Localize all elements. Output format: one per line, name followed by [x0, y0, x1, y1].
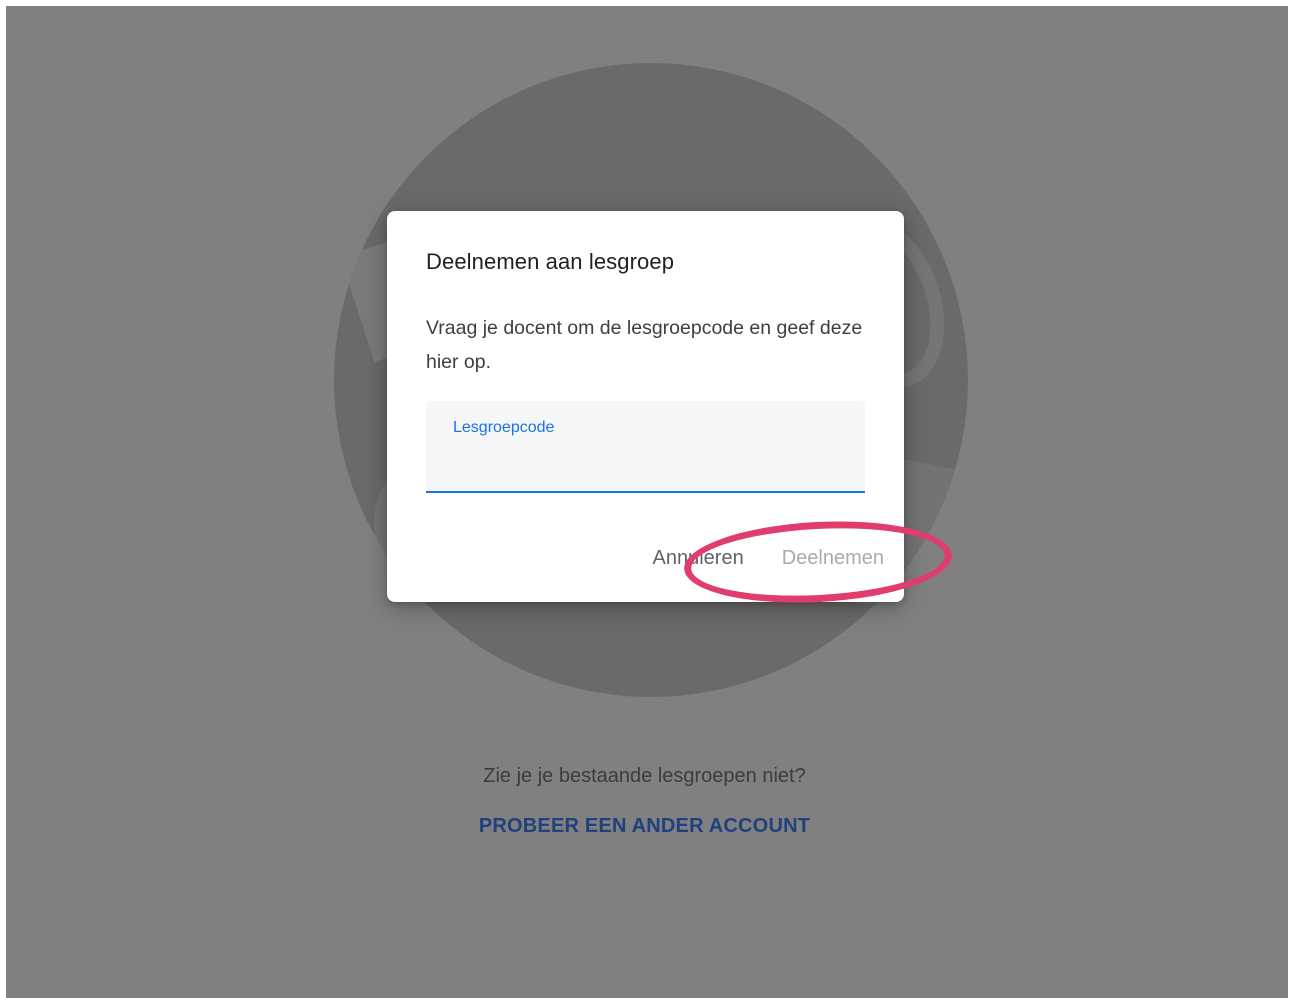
class-code-input[interactable]	[452, 445, 842, 475]
class-code-field[interactable]: Lesgroepcode	[426, 401, 865, 493]
class-code-label: Lesgroepcode	[453, 419, 555, 436]
dialog-actions: Annuleren Deelnemen	[653, 547, 884, 570]
cancel-button[interactable]: Annuleren	[653, 547, 744, 570]
existing-classes-prompt: Zie je je bestaande lesgroepen niet?	[483, 765, 806, 787]
switch-account-link[interactable]: PROBEER EEN ANDER ACCOUNT	[0, 815, 1289, 838]
join-button[interactable]: Deelnemen	[782, 547, 884, 570]
dialog-description: Vraag je docent om de lesgroepcode en ge…	[426, 317, 863, 373]
join-class-dialog: Deelnemen aan lesgroep Vraag je docent o…	[387, 211, 904, 602]
dialog-title: Deelnemen aan lesgroep	[426, 249, 675, 274]
